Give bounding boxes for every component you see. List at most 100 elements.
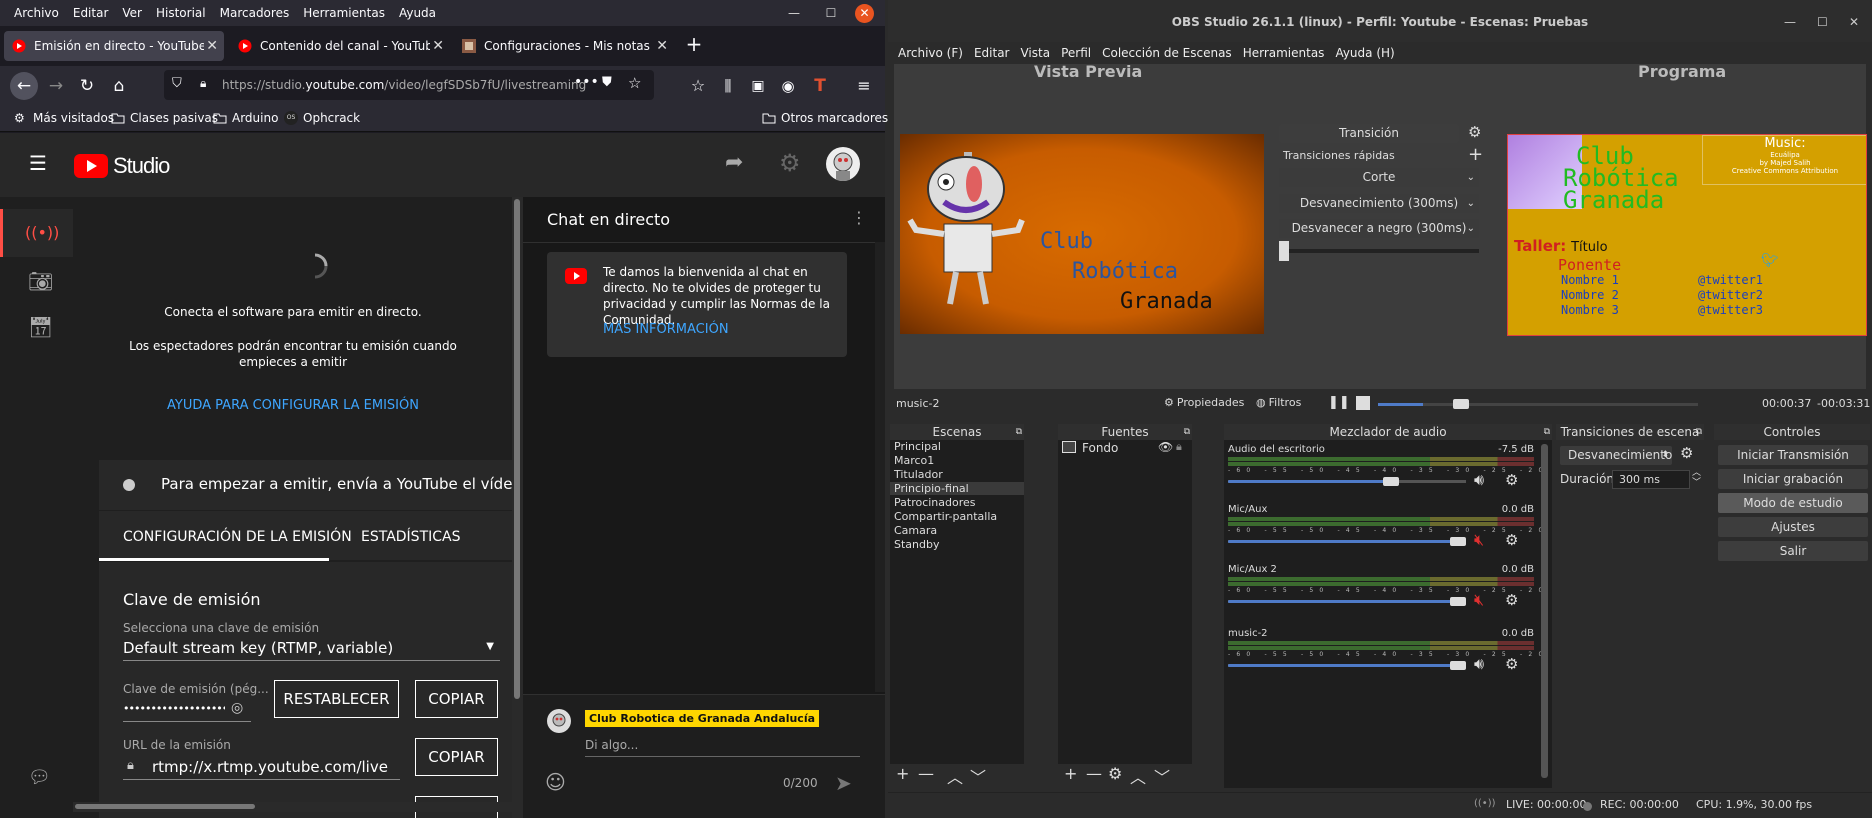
transition-button[interactable]: Transición xyxy=(1279,124,1459,143)
camera-icon[interactable]: 📷︎ xyxy=(28,269,53,293)
lock-icon[interactable]: 🔒︎ xyxy=(200,76,206,91)
menu-ayuda[interactable]: Ayuda xyxy=(399,6,436,20)
calendar-icon[interactable]: 📅︎ xyxy=(28,315,53,339)
pocket-icon[interactable]: ⛊ xyxy=(602,75,612,90)
maximize-icon[interactable]: ☐ xyxy=(823,5,839,21)
preview-canvas[interactable]: Club Robótica Granada xyxy=(900,134,1264,334)
copy-url-button[interactable]: COPIAR xyxy=(415,738,498,776)
speaker-icon[interactable]: 🔊︎ xyxy=(1474,470,1484,490)
minimize-icon[interactable]: — xyxy=(786,5,802,21)
speaker-icon[interactable]: 🔊︎ xyxy=(1474,654,1484,674)
minimize-icon[interactable]: — xyxy=(1784,0,1796,44)
chevron-down-icon[interactable]: ﹀ xyxy=(1154,764,1170,788)
tab-live-streaming[interactable]: Emisión en directo - YouTube Studio ✕ xyxy=(4,31,224,61)
transition-type-select[interactable]: Desvanecimiento ⬍ xyxy=(1560,446,1672,465)
scene-item[interactable]: Camara xyxy=(890,524,1024,537)
url-text[interactable]: https://studio.youtube.com/video/legfSDS… xyxy=(222,78,586,92)
more-info-link[interactable]: MÁS INFORMACIÓN xyxy=(603,322,729,337)
stream-url-field[interactable]: 🔒︎ rtmp://x.rtmp.youtube.com/live xyxy=(123,754,400,780)
obs-menu-editar[interactable]: Editar xyxy=(974,46,1010,60)
volume-slider[interactable] xyxy=(1228,597,1466,606)
maximize-icon[interactable]: ☐ xyxy=(1817,0,1828,44)
mixer-scrollbar[interactable] xyxy=(1541,444,1548,778)
obs-menu-ayuda[interactable]: Ayuda (H) xyxy=(1335,46,1394,60)
bookmark-mas-visitados[interactable]: ⚙ Más visitados xyxy=(14,111,114,125)
more-options-icon[interactable]: ⋮ xyxy=(851,208,867,227)
media-seek-bar[interactable] xyxy=(1378,399,1698,409)
obs-menu-archivo[interactable]: Archivo (F) xyxy=(898,46,963,60)
muted-speaker-icon[interactable]: 🔇︎ xyxy=(1474,590,1484,610)
menu-marcadores[interactable]: Marcadores xyxy=(220,6,290,20)
menu-historial[interactable]: Historial xyxy=(156,6,206,20)
main-scrollbar[interactable] xyxy=(512,197,523,818)
star-library-icon[interactable]: ☆ xyxy=(686,74,710,98)
undock-icon[interactable]: ⧉ xyxy=(1184,424,1190,440)
remove-icon[interactable]: — xyxy=(1086,764,1102,783)
volume-slider[interactable] xyxy=(1228,477,1466,486)
chevron-down-icon[interactable]: ﹀ xyxy=(970,764,986,788)
tab-channel-content[interactable]: Contenido del canal - YouTube Studio ✕ xyxy=(230,31,450,61)
hamburger-menu-icon[interactable]: ☰ xyxy=(29,153,47,173)
volume-knob[interactable] xyxy=(1450,597,1466,606)
stream-key-field[interactable]: •••••••••••••••••••••• ◎ xyxy=(123,698,251,722)
tab-stream-settings[interactable]: CONFIGURACIÓN DE LA EMISIÓN xyxy=(123,529,352,545)
setup-help-link[interactable]: AYUDA PARA CONFIGURAR LA EMISIÓN xyxy=(73,398,513,413)
scene-item[interactable]: Compartir-pantalla xyxy=(890,510,1024,523)
page-actions-icon[interactable]: ••• xyxy=(574,74,599,90)
duration-input[interactable]: 300 ms xyxy=(1612,470,1690,489)
eye-visibility-icon[interactable]: 👁︎ xyxy=(1158,440,1173,454)
add-icon[interactable]: + xyxy=(896,764,909,783)
studio-mode-button[interactable]: Modo de estudio xyxy=(1718,493,1868,513)
bookmark-ophcrack[interactable]: OS Ophcrack xyxy=(284,111,360,125)
bookmark-clases-pasivas[interactable]: Clases pasivas xyxy=(111,111,218,125)
bookmark-star-icon[interactable]: ☆ xyxy=(628,74,641,92)
menu-herramientas[interactable]: Herramientas xyxy=(303,6,385,20)
tab-close-icon[interactable]: ✕ xyxy=(432,38,444,54)
chat-scrollbar[interactable] xyxy=(875,242,885,692)
studio-logo[interactable]: Studio xyxy=(74,153,170,179)
sidebar-icon[interactable]: ▣ xyxy=(746,74,770,98)
source-item-fondo[interactable]: Fondo 👁︎ 🔒︎ xyxy=(1058,440,1192,457)
stop-icon[interactable] xyxy=(1356,396,1370,410)
quick-transition-corte[interactable]: Corte ⌄ xyxy=(1279,168,1479,187)
gear-icon[interactable]: ⚙ xyxy=(1505,655,1518,673)
gear-icon[interactable]: ⚙ xyxy=(1680,444,1693,462)
emoji-icon[interactable]: ☺ xyxy=(545,770,566,794)
bookmark-otros-marcadores[interactable]: Otros marcadores xyxy=(762,111,888,125)
scene-item[interactable]: Patrocinadores xyxy=(890,496,1024,509)
undock-icon[interactable]: ⧉ xyxy=(1544,424,1550,440)
gear-icon[interactable]: ⚙ xyxy=(779,149,801,177)
volume-slider[interactable] xyxy=(1228,537,1466,546)
add-icon[interactable]: + xyxy=(1468,144,1483,165)
start-streaming-button[interactable]: Iniciar Transmisión xyxy=(1718,445,1868,465)
tbar-slider[interactable] xyxy=(1279,249,1479,253)
tab-configuraciones[interactable]: Configuraciones - Mis notas sobre ✕ xyxy=(454,31,674,61)
pause-icon[interactable]: ❚❚ xyxy=(1328,395,1350,410)
scene-item[interactable]: Principio-final xyxy=(890,482,1024,495)
share-icon[interactable]: ➦ xyxy=(725,150,743,175)
volume-knob[interactable] xyxy=(1450,537,1466,546)
url-bar[interactable]: ⛉ 🔒︎ https://studio.youtube.com/video/le… xyxy=(164,70,654,100)
menu-ver[interactable]: Ver xyxy=(122,6,142,20)
volume-slider[interactable] xyxy=(1228,661,1466,670)
gear-icon[interactable]: ⚙ xyxy=(1108,764,1122,783)
send-icon[interactable]: ➤ xyxy=(835,771,852,795)
tab-close-icon[interactable]: ✕ xyxy=(206,38,218,54)
stream-key-select[interactable]: Default stream key (RTMP, variable) ▼ xyxy=(123,635,500,661)
hamburger-menu-icon[interactable]: ≡ xyxy=(852,74,876,98)
visibility-off-icon[interactable]: ◎ xyxy=(231,700,243,716)
exit-button[interactable]: Salir xyxy=(1718,541,1868,561)
menu-archivo[interactable]: Archivo xyxy=(14,6,59,20)
lock-icon[interactable]: 🔒︎ xyxy=(1176,440,1182,454)
horizontal-scrollbar[interactable] xyxy=(73,802,513,812)
obs-menu-vista[interactable]: Vista xyxy=(1020,46,1050,60)
scene-item[interactable]: Marco1 xyxy=(890,454,1024,467)
copy-key-button[interactable]: COPIAR xyxy=(415,680,498,718)
scene-item[interactable]: Standby xyxy=(890,538,1024,551)
undock-icon[interactable]: ⧉ xyxy=(1016,424,1022,440)
tab-statistics[interactable]: ESTADÍSTICAS xyxy=(361,529,461,545)
reset-button[interactable]: RESTABLECER xyxy=(274,680,399,718)
program-canvas[interactable]: Club Robótica Granada Music: Ecuálipa by… xyxy=(1507,134,1867,336)
remove-icon[interactable]: — xyxy=(918,764,934,783)
volume-knob[interactable] xyxy=(1383,477,1400,486)
